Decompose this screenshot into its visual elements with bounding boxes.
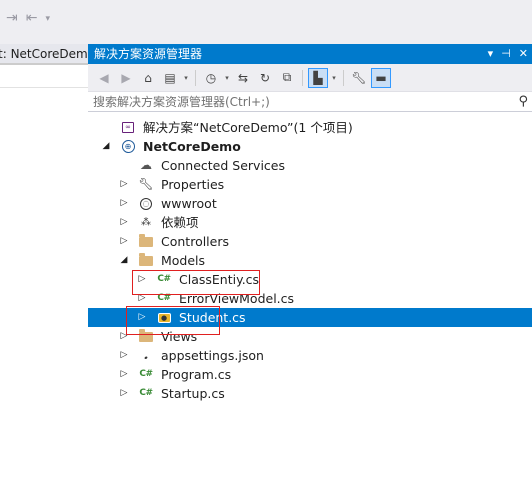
tree-item[interactable]: ▷ 🔧︎ Properties bbox=[88, 175, 532, 194]
tree-item-label: Properties bbox=[161, 177, 225, 192]
show-all-files-icon[interactable]: ▙ bbox=[308, 67, 328, 88]
tree-item-label: Program.cs bbox=[161, 367, 232, 382]
properties-wrench-icon[interactable]: 🔧︎ bbox=[349, 68, 369, 88]
close-icon[interactable]: ✕ bbox=[519, 44, 528, 64]
json-file-icon: 𝅘 bbox=[144, 348, 148, 362]
search-placeholder: 搜索解决方案资源管理器(Ctrl+;) bbox=[93, 95, 270, 109]
document-tab[interactable]: t: NetCoreDemo bbox=[0, 44, 88, 64]
toolbar-divider bbox=[343, 69, 344, 86]
highlight-box-student bbox=[126, 306, 220, 335]
chevron-down-icon[interactable]: ▾ bbox=[223, 74, 231, 82]
tree-item[interactable]: ▷ C# Program.cs bbox=[88, 365, 532, 384]
home-icon[interactable]: ⌂ bbox=[138, 68, 158, 88]
tree-item[interactable]: ▷ ◌ wwwroot bbox=[88, 194, 532, 213]
tree-item-label: Models bbox=[161, 253, 206, 268]
solution-explorer-title-bar: 解决方案资源管理器 ▾ ⊣ ✕ bbox=[88, 44, 532, 64]
collapsed-arrow-icon[interactable]: ▷ bbox=[118, 365, 130, 384]
folder-icon bbox=[138, 252, 154, 268]
tree-item-label: 依赖项 bbox=[161, 215, 199, 230]
csharp-file-icon: C# bbox=[139, 388, 153, 398]
back-icon[interactable]: ◀ bbox=[94, 68, 114, 88]
chevron-down-icon[interactable]: ▾ bbox=[330, 74, 338, 82]
switch-views-icon[interactable]: ▤ bbox=[160, 68, 180, 88]
collapsed-arrow-icon[interactable]: ▷ bbox=[118, 346, 130, 365]
web-project-icon: ⊕ bbox=[120, 139, 136, 154]
refresh-icon[interactable]: ↻ bbox=[255, 68, 275, 88]
editor-top-strip: ⇥ ⇤ ▾ bbox=[0, 0, 532, 44]
outdent-icon[interactable]: ⇤ bbox=[26, 10, 38, 26]
tree-item[interactable]: ▷ 𝅘 appsettings.json bbox=[88, 346, 532, 365]
preview-selected-icon[interactable]: ▬ bbox=[371, 67, 391, 88]
document-tab-label: t: NetCoreDemo bbox=[0, 47, 88, 61]
sync-icon[interactable]: ⇆ bbox=[233, 68, 253, 88]
solution-explorer-toolbar: ◀ ▶ ⌂ ▤ ▾ ◷ ▾ ⇆ ↻ ⧉ ▙ ▾ 🔧︎ ▬ bbox=[88, 64, 532, 92]
tree-item[interactable]: ◢ Models bbox=[88, 251, 532, 270]
solution-icon: ∞ bbox=[120, 120, 136, 135]
search-icon[interactable]: ⚲ bbox=[518, 92, 528, 112]
solution-tree: ∞ 解决方案“NetCoreDemo”(1 个项目) ◢ ⊕ NetCoreDemo ☁ C… bbox=[88, 112, 532, 403]
tree-item[interactable]: ◢ ⊕ NetCoreDemo bbox=[88, 137, 532, 156]
left-document-panel: t: NetCoreDemo bbox=[0, 44, 88, 498]
chevron-down-icon[interactable]: ▾ bbox=[182, 74, 190, 82]
toolbar-divider bbox=[195, 69, 196, 86]
pending-changes-icon[interactable]: ◷ bbox=[201, 68, 221, 88]
solution-explorer-title: 解决方案资源管理器 bbox=[94, 47, 203, 61]
collapsed-arrow-icon[interactable]: ▷ bbox=[118, 384, 130, 403]
tree-item[interactable]: ☁ Connected Services bbox=[88, 156, 532, 175]
pin-dropdown-icon[interactable]: ▾ bbox=[488, 44, 494, 64]
solution-explorer-search[interactable]: 搜索解决方案资源管理器(Ctrl+;) ⚲ bbox=[88, 92, 532, 112]
collapsed-arrow-icon[interactable]: ▷ bbox=[118, 232, 130, 251]
tree-item[interactable]: ∞ 解决方案“NetCoreDemo”(1 个项目) bbox=[88, 118, 532, 137]
tree-item-label: wwwroot bbox=[161, 196, 217, 211]
dropdown-arrow-icon[interactable]: ▾ bbox=[45, 10, 50, 26]
tree-item-label: Startup.cs bbox=[161, 386, 225, 401]
top-toolbar: ⇥ ⇤ ▾ bbox=[6, 10, 50, 26]
highlight-box-classentiy bbox=[132, 270, 260, 295]
pin-icon[interactable]: ⊣ bbox=[501, 44, 511, 64]
collapsed-arrow-icon[interactable]: ▷ bbox=[118, 175, 130, 194]
divider bbox=[0, 87, 88, 88]
forward-icon[interactable]: ▶ bbox=[116, 68, 136, 88]
csharp-file-icon: C# bbox=[139, 369, 153, 379]
tree-item-label: 解决方案“NetCoreDemo”(1 个项目) bbox=[143, 120, 353, 135]
left-document-body bbox=[0, 64, 88, 498]
tree-item[interactable]: ▷ Controllers bbox=[88, 232, 532, 251]
tree-item-label: appsettings.json bbox=[161, 348, 264, 363]
wrench-icon: 🔧︎ bbox=[138, 177, 154, 191]
solution-explorer: 解决方案资源管理器 ▾ ⊣ ✕ ◀ ▶ ⌂ ▤ ▾ ◷ ▾ ⇆ ↻ ⧉ ▙ ▾ … bbox=[88, 44, 532, 498]
tree-item-label: Connected Services bbox=[161, 158, 285, 173]
tree-item[interactable]: ▷ ⁂ 依赖项 bbox=[88, 213, 532, 232]
indent-icon[interactable]: ⇥ bbox=[6, 10, 18, 26]
folder-icon bbox=[138, 233, 154, 249]
tree-item-label: Controllers bbox=[161, 234, 229, 249]
toolbar-divider bbox=[302, 69, 303, 86]
expanded-arrow-icon[interactable]: ◢ bbox=[100, 137, 112, 156]
collapse-all-icon[interactable]: ⧉ bbox=[277, 68, 297, 88]
dependencies-icon: ⁂ bbox=[141, 217, 151, 228]
globe-icon: ◌ bbox=[138, 196, 154, 211]
collapsed-arrow-icon[interactable]: ▷ bbox=[118, 213, 130, 232]
tree-item[interactable]: ▷ C# Startup.cs bbox=[88, 384, 532, 403]
cloud-icon: ☁ bbox=[140, 158, 152, 172]
tree-item-label: NetCoreDemo bbox=[143, 139, 241, 154]
collapsed-arrow-icon[interactable]: ▷ bbox=[118, 194, 130, 213]
expanded-arrow-icon[interactable]: ◢ bbox=[118, 251, 130, 270]
